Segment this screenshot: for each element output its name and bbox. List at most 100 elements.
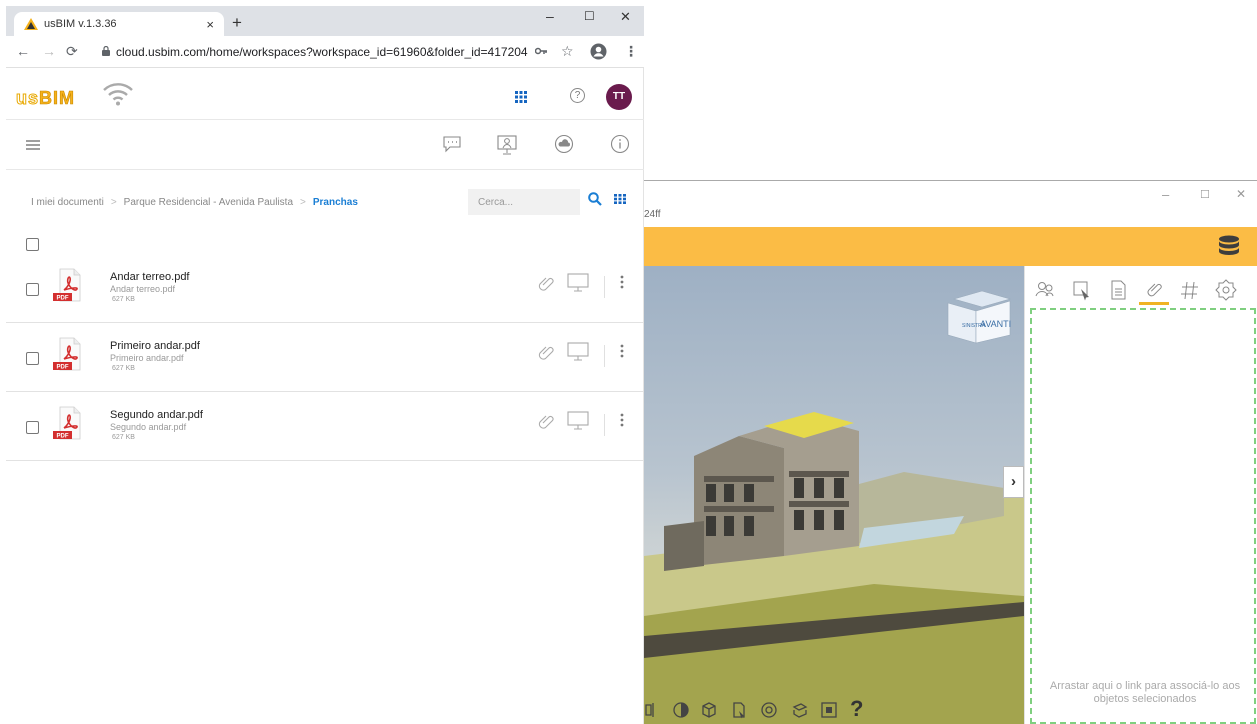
pdf-file-icon: PDF [53, 268, 81, 302]
monitor-icon[interactable] [567, 342, 589, 362]
lock-icon [102, 46, 110, 56]
file-name[interactable]: Andar terreo.pdf [110, 271, 190, 283]
tab-close-button[interactable]: × [206, 17, 214, 32]
address-bar-row: ← → ⟳ cloud.usbim.com/home/workspaces?wo… [6, 36, 644, 68]
expand-panel-button[interactable]: › [1003, 466, 1024, 498]
svg-text:PDF: PDF [57, 296, 69, 302]
browser-tab[interactable]: usBIM v.1.3.36 × [14, 12, 224, 36]
breadcrumb: I miei documenti > Parque Residencial - Av… [31, 197, 358, 208]
monitor-icon[interactable] [567, 411, 589, 431]
usbim-logo[interactable]: usBIM [15, 88, 76, 109]
file-size: 627 KB [112, 365, 135, 372]
link-icon[interactable] [536, 274, 554, 292]
file-size: 627 KB [112, 434, 135, 441]
file-checkbox[interactable] [26, 421, 39, 434]
file-checkbox[interactable] [26, 283, 39, 296]
new-tab-button[interactable]: + [232, 13, 242, 33]
more-options-icon[interactable] [620, 343, 624, 359]
file-row[interactable]: PDF Segundo andar.pdf Segundo andar.pdf … [6, 392, 644, 461]
file-name[interactable]: Segundo andar.pdf [110, 409, 203, 421]
link-icon[interactable] [536, 412, 554, 430]
logo-bim: BIM [39, 88, 76, 109]
viewer-maximize-button[interactable]: ☐ [1200, 188, 1210, 201]
maximize-button[interactable]: ☐ [584, 9, 595, 23]
help-icon[interactable]: ? [850, 696, 863, 722]
document-icon[interactable] [730, 701, 748, 719]
presentation-icon[interactable] [496, 134, 518, 156]
file-name[interactable]: Primeiro andar.pdf [110, 340, 200, 352]
tab-document-icon[interactable] [1103, 275, 1133, 305]
comments-icon[interactable] [442, 134, 462, 154]
shade-view-icon[interactable] [672, 701, 690, 719]
file-checkbox[interactable] [26, 352, 39, 365]
tab-select-icon[interactable] [1067, 275, 1097, 305]
url-text[interactable]: cloud.usbim.com/home/workspaces?workspac… [116, 45, 528, 59]
breadcrumb-separator: > [300, 197, 306, 208]
row-divider [604, 414, 605, 436]
svg-text:PDF: PDF [57, 365, 69, 371]
workspace-toolbar [6, 120, 644, 170]
tab-strip: usBIM v.1.3.36 × + – ☐ ✕ [6, 6, 644, 36]
viewer-minimize-button[interactable]: – [1162, 187, 1169, 202]
viewer-bottom-toolbar: ? [644, 696, 1024, 724]
properties-panel: Arrastar aqui o link para associá-lo aos… [1024, 266, 1257, 724]
browser-menu-icon[interactable]: ⋮ [624, 43, 638, 60]
apps-grid-icon[interactable] [515, 91, 527, 103]
usbim-favicon-icon [24, 18, 38, 30]
file-row[interactable]: PDF Primeiro andar.pdf Primeiro andar.pd… [6, 323, 644, 392]
settings-dial-icon[interactable] [760, 701, 778, 719]
fit-view-icon[interactable] [820, 701, 838, 719]
breadcrumb-item-my-documents[interactable]: I miei documenti [31, 197, 104, 208]
link-drop-zone[interactable]: Arrastar aqui o link para associá-lo aos… [1030, 308, 1256, 724]
menu-icon[interactable] [26, 140, 40, 150]
viewer-close-button[interactable]: ✕ [1236, 187, 1246, 201]
viewer-header-bar [644, 227, 1257, 266]
minimize-button[interactable]: – [546, 8, 554, 24]
user-avatar[interactable]: TT [606, 84, 632, 110]
bookmark-star-icon[interactable]: ☆ [561, 43, 574, 60]
tab-link-icon[interactable] [1139, 275, 1169, 305]
cloud-upload-icon[interactable] [554, 134, 574, 154]
profile-icon[interactable] [590, 43, 607, 60]
tab-settings-icon[interactable] [1211, 275, 1241, 305]
search-input[interactable] [468, 189, 580, 215]
more-options-icon[interactable] [620, 274, 624, 290]
grid-view-icon[interactable] [614, 194, 626, 204]
back-icon[interactable]: ← [16, 43, 30, 59]
file-row[interactable]: PDF Andar terreo.pdf Andar terreo.pdf 62… [6, 254, 644, 323]
database-icon[interactable] [1218, 235, 1240, 259]
logo-us: us [15, 88, 40, 109]
svg-text:PDF: PDF [57, 434, 69, 440]
search-icon[interactable] [588, 192, 602, 206]
layers-icon[interactable] [790, 701, 808, 719]
file-subtitle: Andar terreo.pdf [110, 284, 176, 294]
cube-view-icon[interactable] [700, 701, 718, 719]
key-icon[interactable] [535, 47, 547, 55]
pdf-file-icon: PDF [53, 406, 81, 440]
breadcrumb-separator: > [110, 197, 117, 208]
monitor-icon[interactable] [567, 273, 589, 293]
file-subtitle: Primeiro andar.pdf [110, 353, 184, 363]
more-options-icon[interactable] [620, 412, 624, 428]
help-icon[interactable]: ? [570, 88, 585, 103]
browser-window: usBIM v.1.3.36 × + – ☐ ✕ ← → ⟳ cloud.usb… [6, 6, 644, 724]
reload-icon[interactable]: ⟳ [66, 43, 78, 60]
viewer-address-fragment: 24ff [644, 209, 661, 220]
breadcrumb-item-project[interactable]: Parque Residencial - Avenida Paulista [124, 197, 293, 208]
row-divider [604, 345, 605, 367]
tab-users-icon[interactable] [1030, 275, 1060, 305]
file-size: 627 KB [112, 296, 135, 303]
viewer-titlebar: – ☐ ✕ [644, 180, 1257, 207]
tab-hashtag-icon[interactable] [1175, 275, 1205, 305]
navigation-cube[interactable]: SINISTRA AVANTI [946, 289, 1012, 345]
info-icon[interactable] [610, 134, 630, 154]
3d-model-viewport[interactable]: SINISTRA AVANTI › ? [644, 266, 1024, 724]
section-box-icon[interactable] [644, 701, 658, 719]
link-icon[interactable] [536, 343, 554, 361]
forward-icon[interactable]: → [42, 43, 56, 59]
app-header: usBIM ? TT [6, 68, 644, 120]
close-window-button[interactable]: ✕ [620, 9, 631, 25]
select-all-checkbox[interactable] [26, 238, 39, 251]
pdf-file-icon: PDF [53, 337, 81, 371]
row-divider [604, 276, 605, 298]
